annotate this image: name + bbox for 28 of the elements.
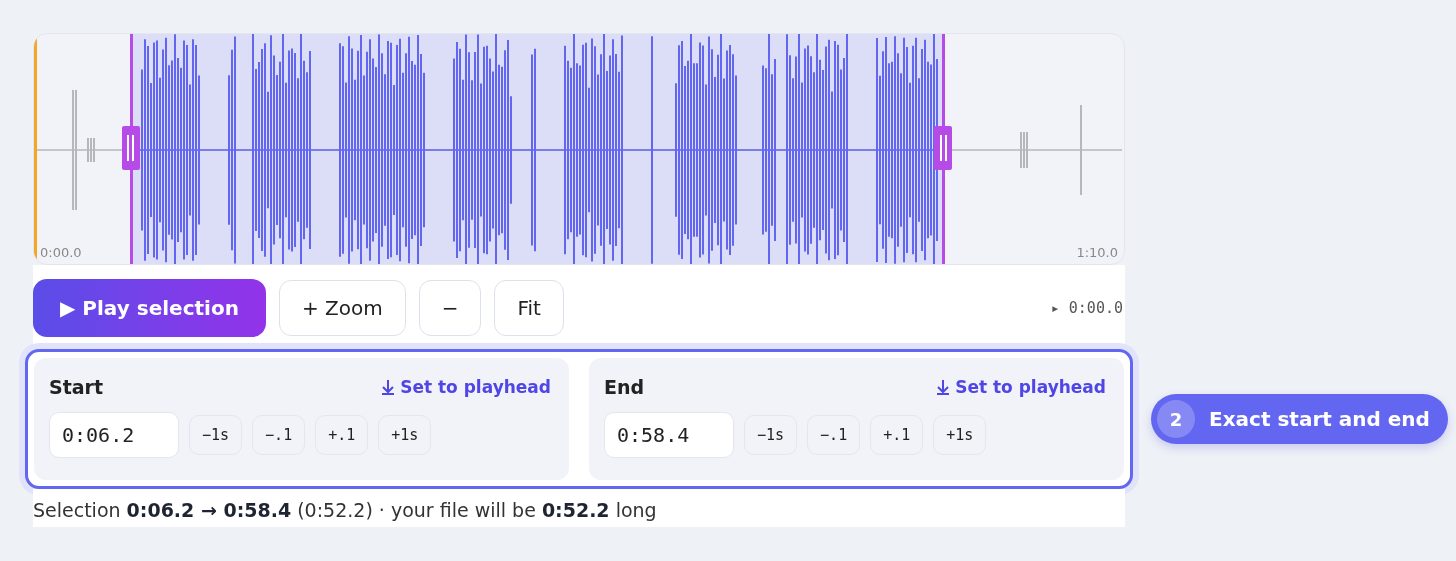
nudge-button[interactable]: −1s: [744, 415, 798, 455]
time-input-field[interactable]: 0:58.4: [604, 412, 734, 458]
time-input-field[interactable]: 0:06.2: [49, 412, 179, 458]
nudge-button[interactable]: +1s: [378, 415, 432, 455]
download-arrow-icon: [381, 379, 396, 395]
playhead-time: ▸ 0:00.0: [1050, 299, 1124, 317]
nudge-button[interactable]: +1s: [933, 415, 987, 455]
callout-text: Exact start and end: [1209, 407, 1430, 431]
download-arrow-icon: [936, 379, 951, 395]
end-time-label: 1:10.0: [1076, 245, 1118, 260]
start-handle[interactable]: [121, 126, 140, 170]
start-time-label: 0:00.0: [40, 245, 82, 260]
editor-label: Start: [49, 376, 104, 398]
nudge-button[interactable]: −1s: [189, 415, 243, 455]
editor-label: End: [604, 376, 645, 398]
zoom-in-button[interactable]: + Zoom: [278, 280, 406, 336]
step-number: 2: [1157, 400, 1195, 438]
nudge-button[interactable]: +.1: [315, 415, 369, 455]
zoom-out-button[interactable]: −: [418, 280, 482, 336]
selection-summary: Selection 0:06.2 → 0:58.4 (0:52.2) · your file will be 0:52.2 long: [33, 489, 1125, 527]
nudge-button[interactable]: −.1: [807, 415, 861, 455]
play-selection-button[interactable]: ▶ Play selection: [33, 279, 266, 337]
set-to-playhead-link[interactable]: Set to playhead: [936, 377, 1106, 397]
nudge-button[interactable]: −.1: [252, 415, 306, 455]
fit-button[interactable]: Fit: [494, 280, 564, 336]
end-handle[interactable]: [934, 126, 953, 170]
nudge-button[interactable]: +.1: [870, 415, 924, 455]
set-to-playhead-link[interactable]: Set to playhead: [381, 377, 551, 397]
